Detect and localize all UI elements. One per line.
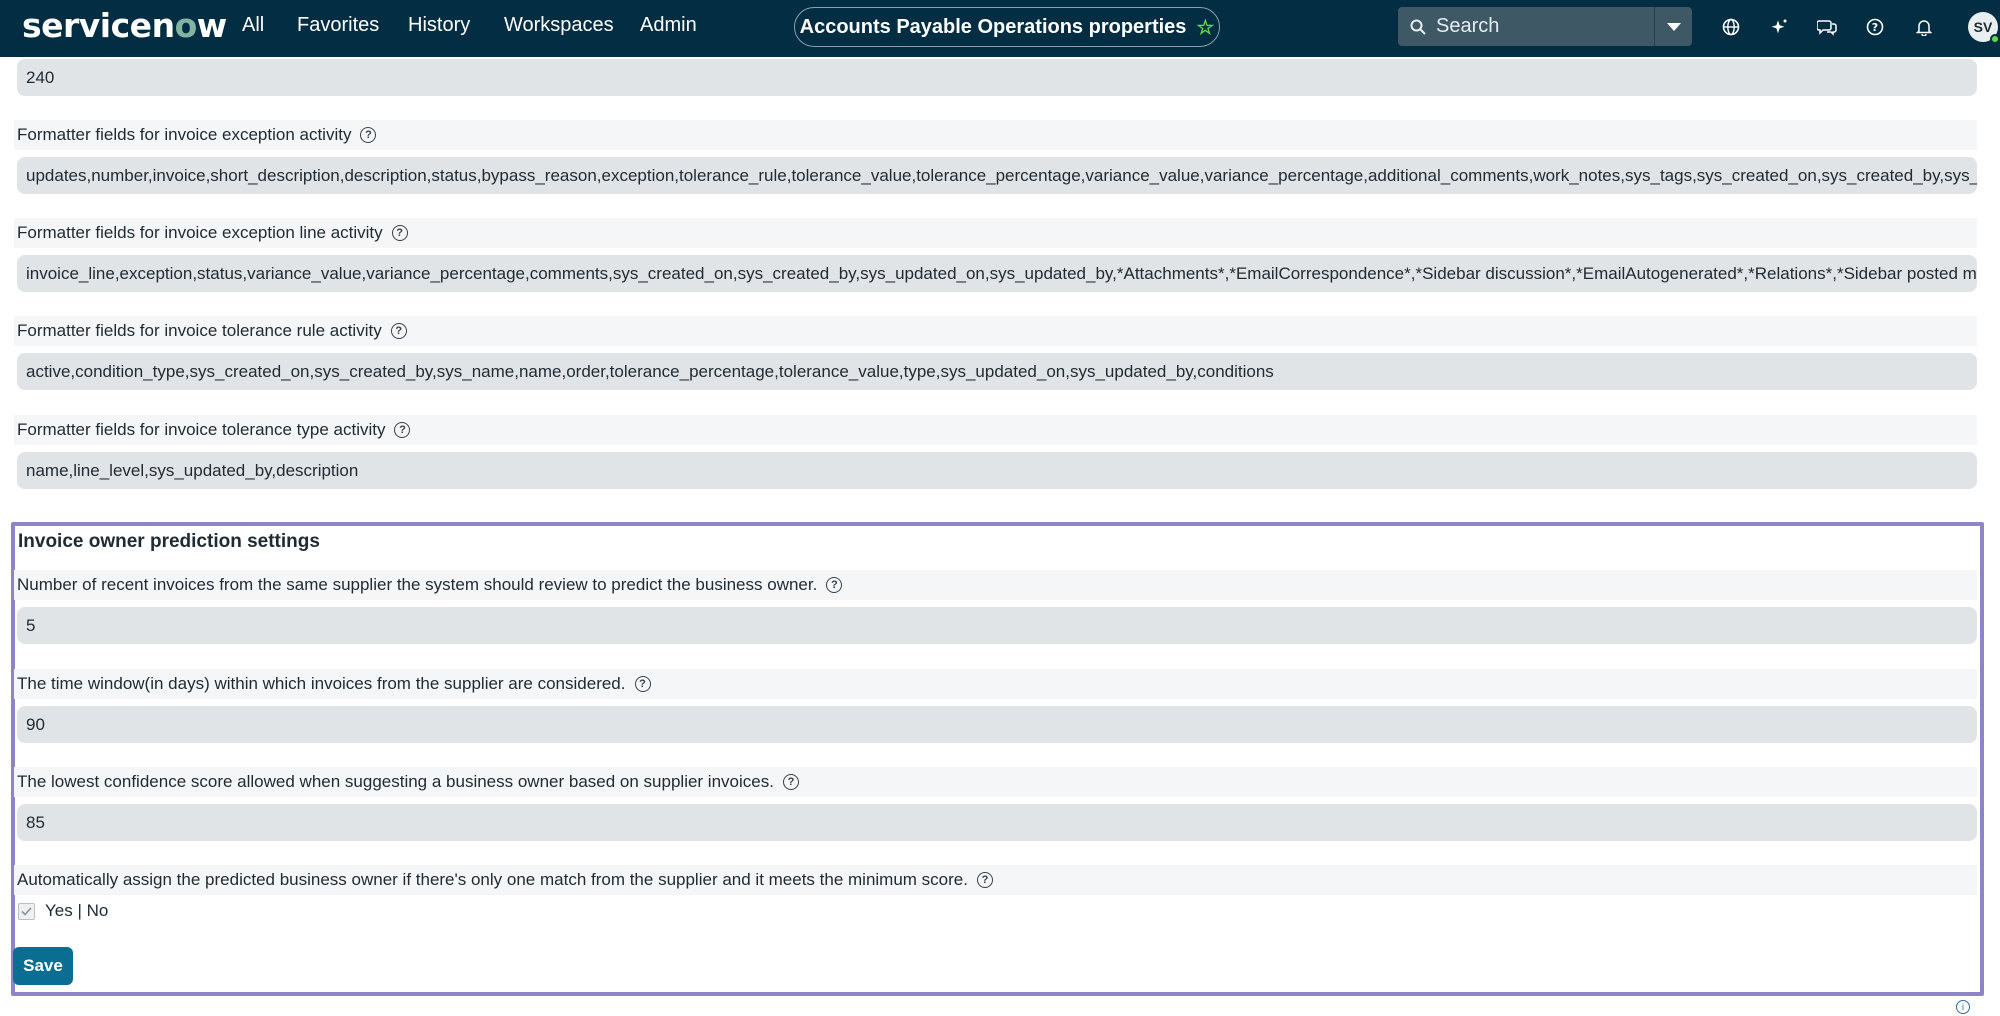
search-scope-dropdown[interactable] bbox=[1654, 7, 1692, 46]
search-icon bbox=[1410, 19, 1426, 35]
top-navigation-bar: servicenow All Favorites History Workspa… bbox=[0, 0, 2000, 57]
favorite-star-icon[interactable]: ☆ bbox=[1196, 15, 1214, 40]
help-icon[interactable]: ? bbox=[1862, 14, 1888, 40]
property-label: The time window(in days) within which in… bbox=[14, 669, 1977, 699]
exception-activity-fields-input[interactable]: updates,number,invoice,short_description… bbox=[17, 157, 1977, 194]
globe-icon[interactable] bbox=[1718, 14, 1744, 40]
confidence-score-input[interactable]: 85 bbox=[17, 804, 1977, 841]
help-circle-icon[interactable]: ? bbox=[394, 422, 411, 438]
section-title: Invoice owner prediction settings bbox=[18, 531, 320, 552]
global-search-input[interactable]: Search bbox=[1398, 7, 1654, 46]
nav-admin[interactable]: Admin bbox=[640, 14, 697, 37]
search-placeholder: Search bbox=[1436, 15, 1500, 37]
nav-favorites[interactable]: Favorites bbox=[297, 14, 379, 37]
auto-assign-option: Yes | No bbox=[18, 901, 108, 921]
user-avatar[interactable]: SV bbox=[1968, 12, 2000, 44]
auto-assign-checkbox[interactable] bbox=[18, 902, 35, 920]
info-icon[interactable]: i bbox=[1956, 1000, 1970, 1014]
property-label: Automatically assign the predicted busin… bbox=[14, 865, 1977, 895]
help-circle-icon[interactable]: ? bbox=[391, 225, 408, 241]
chat-icon[interactable] bbox=[1814, 14, 1840, 40]
time-window-days-input[interactable]: 90 bbox=[17, 706, 1977, 743]
tolerance-type-activity-fields-input[interactable]: name,line_level,sys_updated_by,descripti… bbox=[17, 452, 1977, 489]
notifications-bell-icon[interactable] bbox=[1911, 14, 1937, 40]
nav-history[interactable]: History bbox=[408, 14, 470, 37]
property-label: Number of recent invoices from the same … bbox=[14, 570, 1977, 600]
help-circle-icon[interactable]: ? bbox=[360, 127, 377, 143]
checkmark-icon bbox=[21, 906, 32, 916]
help-circle-icon[interactable]: ? bbox=[782, 774, 799, 790]
property-label: Formatter fields for invoice tolerance r… bbox=[14, 316, 1977, 346]
servicenow-logo[interactable]: servicenow bbox=[22, 6, 227, 45]
nav-workspaces[interactable]: Workspaces bbox=[504, 14, 614, 37]
property-label: Formatter fields for invoice tolerance t… bbox=[14, 415, 1977, 445]
help-circle-icon[interactable]: ? bbox=[976, 872, 993, 888]
exception-line-activity-fields-input[interactable]: invoice_line,exception,status,variance_v… bbox=[17, 255, 1977, 292]
property-label: The lowest confidence score allowed when… bbox=[14, 767, 1977, 797]
property-value-field[interactable]: 240 bbox=[17, 59, 1977, 96]
help-circle-icon[interactable]: ? bbox=[390, 323, 407, 339]
page-title-pill[interactable]: Accounts Payable Operations properties ☆ bbox=[794, 7, 1220, 47]
sparkle-assist-icon[interactable] bbox=[1766, 14, 1792, 40]
help-circle-icon[interactable]: ? bbox=[634, 676, 651, 692]
auto-assign-option-label: Yes | No bbox=[45, 901, 109, 920]
tolerance-rule-activity-fields-input[interactable]: active,condition_type,sys_created_on,sys… bbox=[17, 353, 1977, 390]
property-label: Formatter fields for invoice exception a… bbox=[14, 120, 1977, 150]
svg-text:?: ? bbox=[1872, 21, 1878, 34]
nav-all[interactable]: All bbox=[242, 14, 264, 37]
property-label: Formatter fields for invoice exception l… bbox=[14, 218, 1977, 248]
presence-status-icon bbox=[1990, 34, 2000, 44]
save-button[interactable]: Save bbox=[13, 947, 73, 985]
help-circle-icon[interactable]: ? bbox=[826, 577, 843, 593]
page-title: Accounts Payable Operations properties bbox=[799, 15, 1187, 38]
recent-invoices-count-input[interactable]: 5 bbox=[17, 607, 1977, 644]
